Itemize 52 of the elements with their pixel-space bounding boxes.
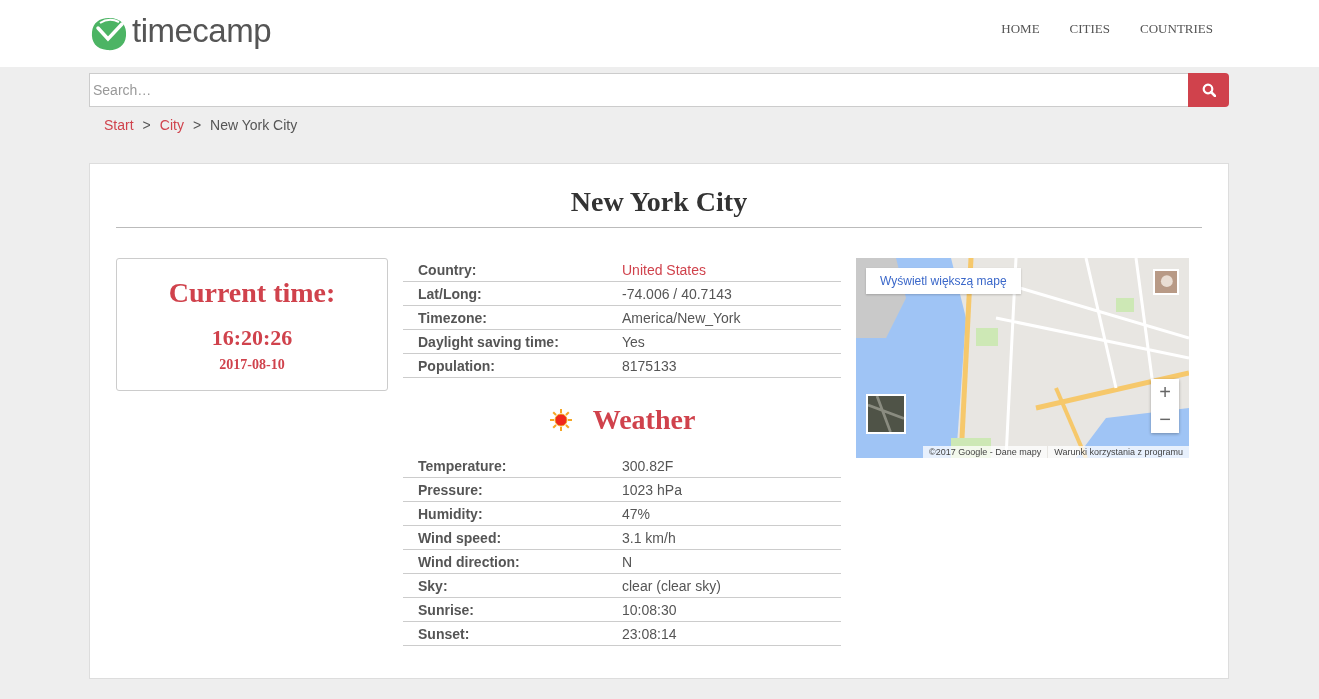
current-time-heading: Current time: bbox=[168, 277, 336, 309]
info-label: Country: bbox=[417, 261, 478, 278]
logo-text: timecamp bbox=[132, 11, 272, 50]
nav-link[interactable]: COUNTRIES bbox=[1140, 20, 1213, 37]
weather-label: Sunset: bbox=[417, 625, 471, 642]
weather-value: 1023 hPa bbox=[622, 481, 682, 498]
weather-label: Wind speed: bbox=[417, 529, 503, 546]
weather-value: 10:08:30 bbox=[622, 601, 677, 618]
weather-value: 300.82F bbox=[622, 457, 674, 474]
breadcrumb-separator: > bbox=[142, 117, 151, 133]
info-value: Yes bbox=[622, 333, 645, 350]
weather-label: Humidity: bbox=[417, 505, 484, 522]
weather-label: Temperature: bbox=[417, 457, 508, 474]
info-label: Daylight saving time: bbox=[417, 333, 560, 350]
street-view-thumbnail[interactable] bbox=[1153, 269, 1179, 295]
weather-value: N bbox=[622, 553, 633, 570]
weather-value: clear (clear sky) bbox=[622, 577, 721, 594]
current-page-label: New York City bbox=[210, 117, 298, 133]
sun-icon bbox=[548, 408, 573, 432]
info-value: -74.006 / 40.7143 bbox=[622, 285, 732, 302]
weather-heading: Weather bbox=[592, 404, 696, 436]
weather-label: Sunrise: bbox=[417, 601, 475, 618]
nav-link[interactable]: CITIES bbox=[1069, 20, 1111, 37]
info-link[interactable]: United States bbox=[622, 261, 707, 278]
weather-value: 3.1 km/h bbox=[622, 529, 676, 546]
map-attribution[interactable]: Warunki korzystania z programu bbox=[1048, 446, 1189, 458]
current-time: 16:20:26 bbox=[211, 325, 293, 351]
weather-label: Pressure: bbox=[417, 481, 484, 498]
logo-icon bbox=[90, 15, 128, 52]
search-field[interactable]: Search… bbox=[89, 73, 1188, 107]
map-attribution: ©2017 Google - Dane mapy bbox=[923, 446, 1048, 458]
weather-label: Wind direction: bbox=[417, 553, 521, 570]
breadcrumb-link[interactable]: City bbox=[159, 117, 184, 133]
weather-value: 47% bbox=[622, 505, 651, 522]
larger-map-button[interactable]: Wyświetl większą mapę bbox=[866, 268, 1021, 294]
info-value: America/New_York bbox=[622, 309, 741, 326]
satellite-view-thumbnail[interactable] bbox=[866, 394, 906, 434]
info-label: Timezone: bbox=[417, 309, 488, 326]
breadcrumb-link[interactable]: Start bbox=[104, 117, 134, 133]
zoom-out-button[interactable]: − bbox=[1151, 406, 1179, 433]
current-date: 2017-08-10 bbox=[219, 357, 285, 373]
breadcrumb-separator: > bbox=[192, 117, 202, 133]
zoom-in-button[interactable]: + bbox=[1151, 379, 1179, 406]
info-label: Population: bbox=[417, 357, 496, 374]
search-button[interactable] bbox=[1188, 73, 1229, 107]
search-icon bbox=[1201, 83, 1216, 97]
nav-link[interactable]: HOME bbox=[1001, 20, 1040, 37]
info-label: Lat/Long: bbox=[417, 285, 483, 302]
weather-value: 23:08:14 bbox=[622, 625, 677, 642]
page-title: New York City bbox=[116, 186, 1202, 228]
info-value: 8175133 bbox=[622, 357, 677, 374]
weather-label: Sky: bbox=[417, 577, 449, 594]
